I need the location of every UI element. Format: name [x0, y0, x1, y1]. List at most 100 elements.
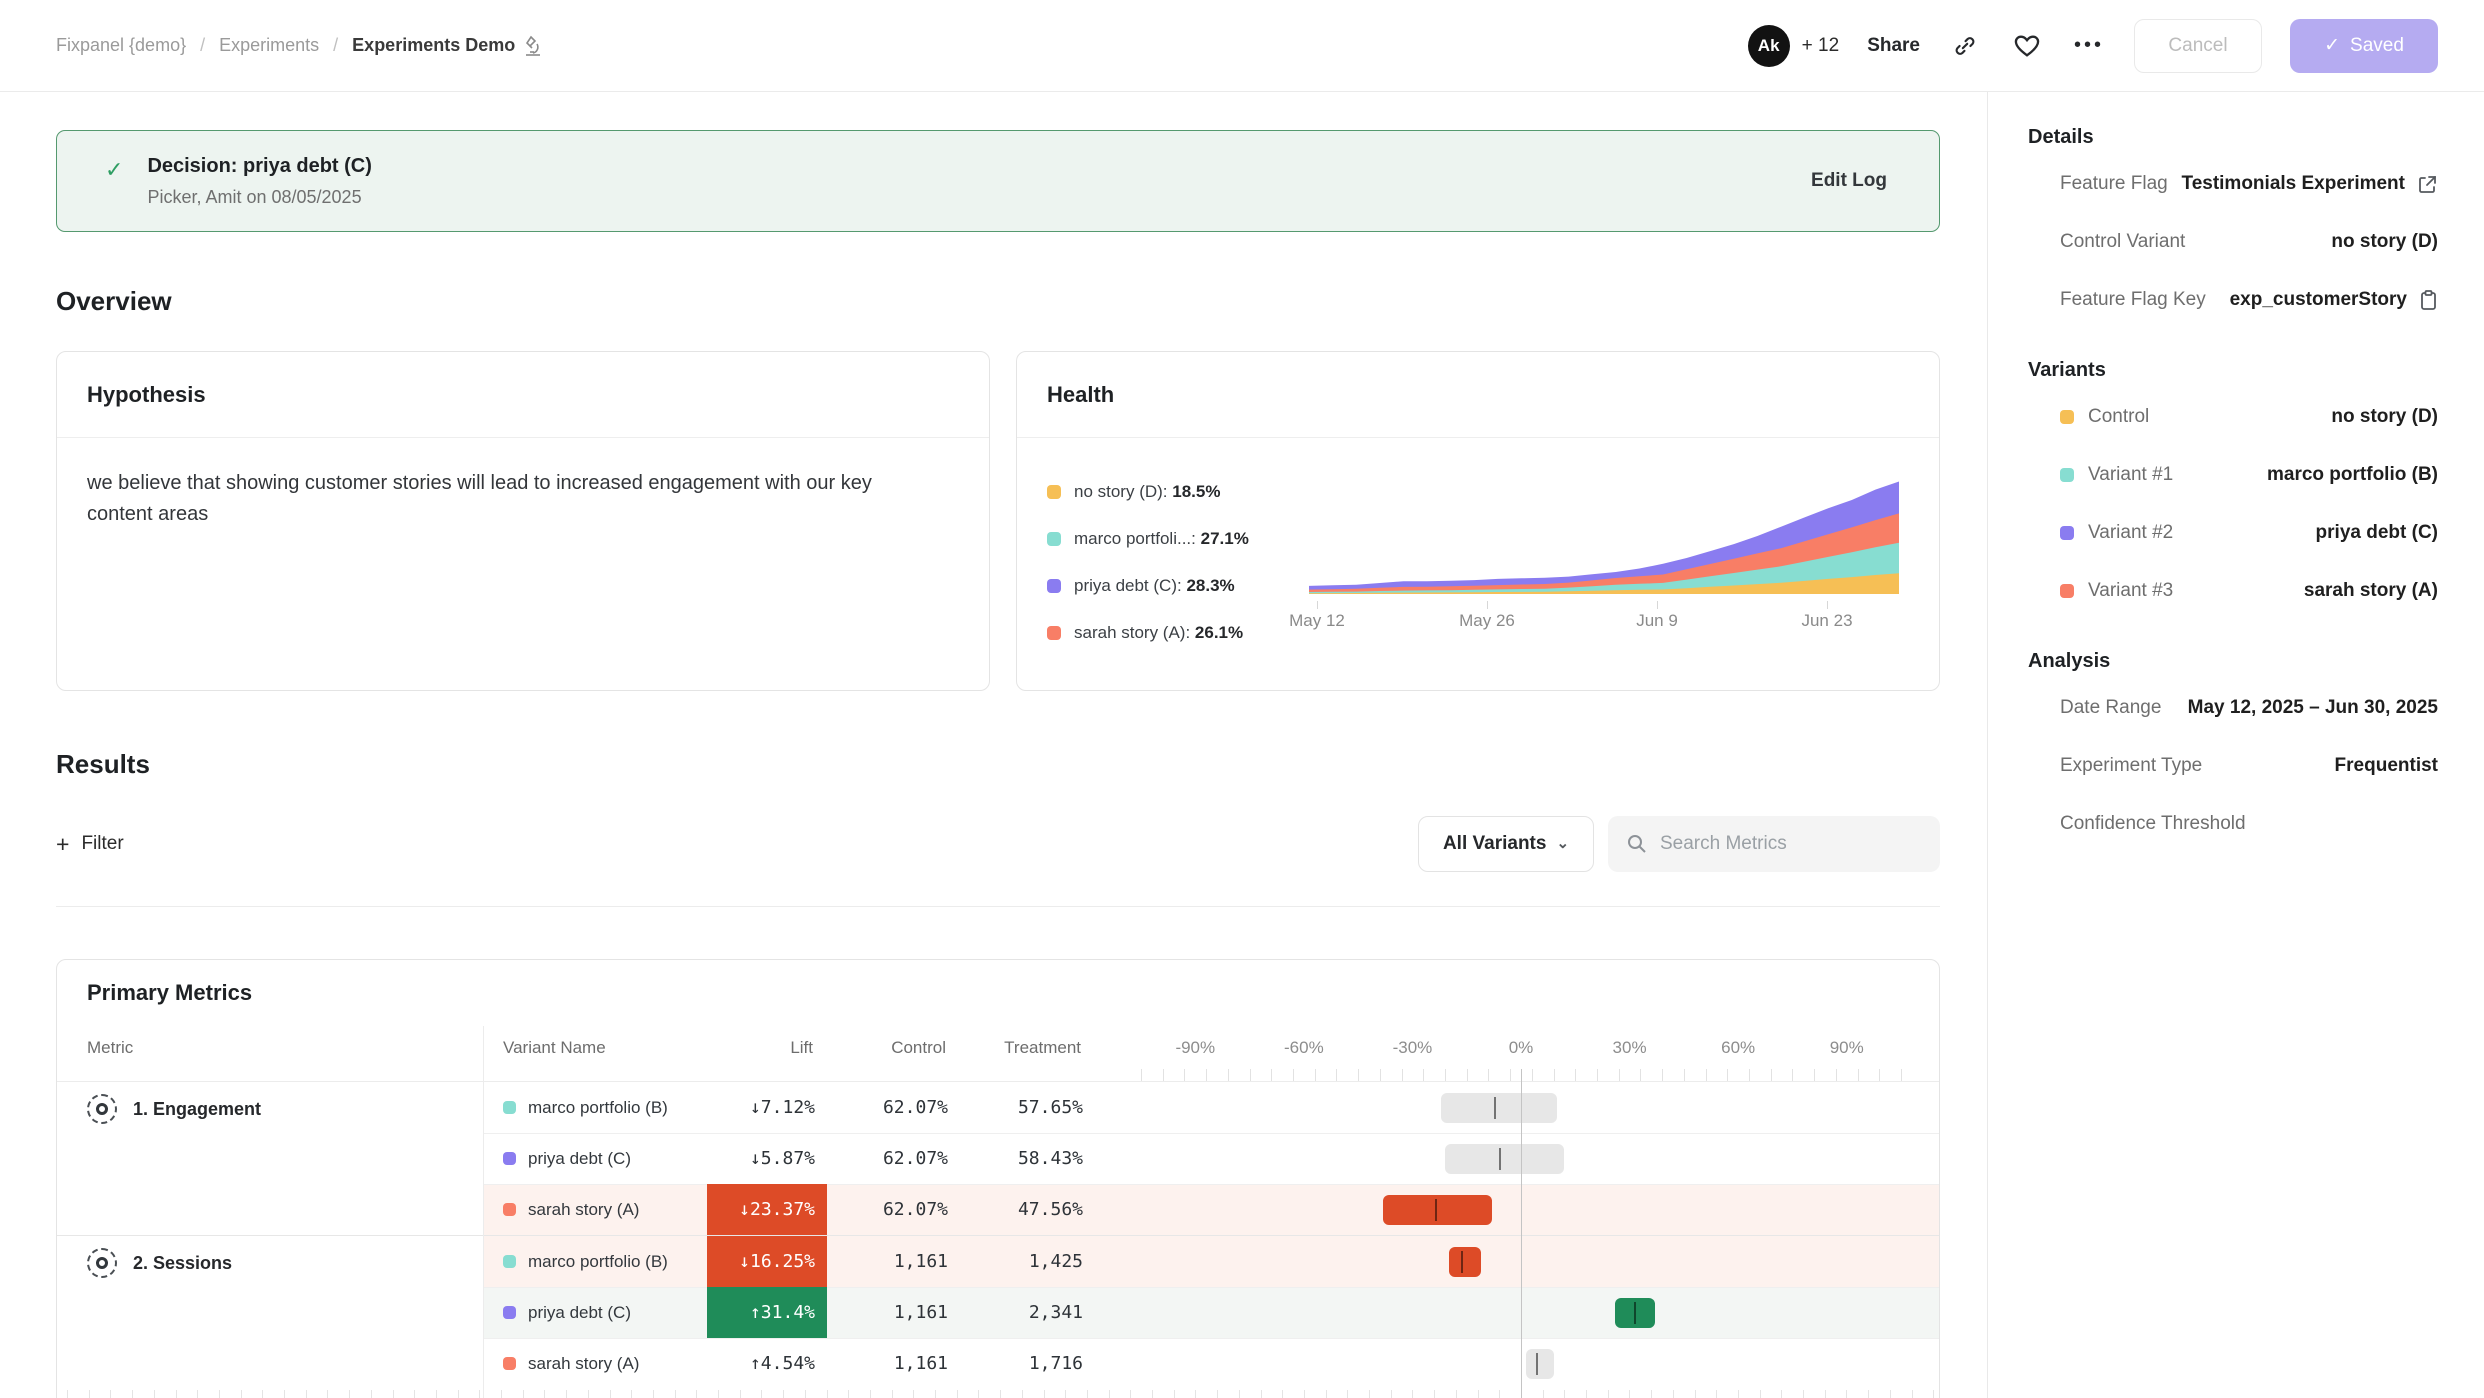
variant-cell: priya debt (C)	[483, 1133, 707, 1184]
avatar-overflow-count[interactable]: + 12	[1802, 35, 1840, 57]
ruler-tick	[1858, 1069, 1859, 1081]
ruler-tick	[1467, 1069, 1468, 1081]
add-filter-button[interactable]: + Filter	[56, 831, 124, 858]
ruler-tick	[1206, 1069, 1207, 1081]
saved-button[interactable]: ✓ Saved	[2290, 19, 2438, 73]
confidence-interval-bar	[1615, 1298, 1655, 1328]
sidebar-row: Confidence Threshold	[2028, 795, 2438, 853]
lift-value: ↓16.25%	[707, 1236, 827, 1287]
decision-subtitle: Picker, Amit on 08/05/2025	[147, 187, 371, 208]
x-axis-tick	[1487, 601, 1488, 609]
ruler-tick	[1434, 1390, 1435, 1398]
variant-cell: priya debt (C)	[483, 1287, 707, 1338]
search-input[interactable]	[1660, 833, 1900, 855]
metric-row[interactable]: priya debt (C)↑31.4%1,1612,341	[57, 1287, 1939, 1338]
sidebar-section-title: Analysis	[2028, 650, 2438, 673]
ruler-tick	[110, 1390, 111, 1398]
sidebar-row-value: Testimonials Experiment	[2182, 173, 2439, 195]
variant-color-icon	[2060, 410, 2074, 424]
metric-row[interactable]: sarah story (A)↓23.37%62.07%47.56%	[57, 1184, 1939, 1235]
results-toolbar: + Filter All Variants ⌄	[56, 816, 1940, 907]
edit-log-button[interactable]: Edit Log	[1811, 170, 1887, 192]
variant-cell: marco portfolio (B)	[483, 1082, 707, 1133]
ruler-tick	[1803, 1390, 1804, 1398]
favorite-heart-icon[interactable]	[2010, 29, 2044, 63]
ruler-tick	[1250, 1069, 1251, 1081]
ruler-tick	[1326, 1390, 1327, 1398]
top-bar: Fixpanel {demo} / Experiments / Experime…	[0, 0, 2484, 92]
cancel-button[interactable]: Cancel	[2134, 19, 2262, 73]
ruler-tick	[1152, 1390, 1153, 1398]
lift-value: ↓5.87%	[707, 1133, 827, 1184]
ruler-tick	[675, 1390, 676, 1398]
ruler-tick	[1727, 1069, 1728, 1081]
ruler-tick	[1933, 1390, 1934, 1398]
sidebar-rows: Controlno story (D)Variant #1marco portf…	[2028, 388, 2438, 620]
ruler-tick	[783, 1390, 784, 1398]
breadcrumb-project[interactable]: Fixpanel {demo}	[56, 35, 186, 56]
metric-row[interactable]: sarah story (A)↑4.54%1,1611,716	[57, 1338, 1939, 1389]
ruler-tick	[176, 1390, 177, 1398]
ruler-tick	[1499, 1390, 1500, 1398]
confidence-interval-bar	[1449, 1247, 1482, 1277]
sidebar-section-title: Variants	[2028, 359, 2438, 382]
variant-color-icon	[503, 1203, 516, 1216]
copy-link-icon[interactable]	[1948, 29, 1982, 63]
avatar[interactable]: Ak	[1748, 25, 1790, 67]
ruler-tick	[1358, 1069, 1359, 1081]
health-chart-x-axis: May 12May 26Jun 9Jun 23	[1309, 601, 1913, 635]
decision-check-icon: ✓	[105, 157, 123, 208]
sidebar-row-label: Variant #2	[2060, 522, 2173, 544]
treatment-value: 47.56%	[962, 1184, 1092, 1235]
variant-name: priya debt (C)	[528, 1303, 631, 1323]
ruler-tick	[978, 1390, 979, 1398]
axis-tick-label: 0%	[1509, 1038, 1534, 1058]
ruler-tick	[1022, 1390, 1023, 1398]
variant-name: sarah story (A)	[528, 1354, 639, 1374]
external-link-icon[interactable]	[2417, 174, 2438, 195]
ruler-tick	[1868, 1390, 1869, 1398]
ruler-tick	[501, 1390, 502, 1398]
variant-color-icon	[503, 1255, 516, 1268]
ruler-tick	[1141, 1069, 1142, 1081]
ruler-tick	[1684, 1069, 1685, 1081]
confidence-interval-mid-tick	[1536, 1353, 1538, 1375]
ruler-tick	[1217, 1390, 1218, 1398]
ruler-tick	[1825, 1390, 1826, 1398]
ruler-tick	[436, 1390, 437, 1398]
clipboard-icon[interactable]	[2419, 289, 2438, 311]
ruler-tick	[458, 1390, 459, 1398]
more-menu-icon[interactable]: •••	[2072, 29, 2106, 63]
sidebar-row-label: Feature Flag Key	[2060, 289, 2206, 311]
ruler-tick	[1184, 1069, 1185, 1081]
breadcrumb-experiments[interactable]: Experiments	[219, 35, 319, 56]
metric-row[interactable]: marco portfolio (B)↓7.12%62.07%57.65%	[57, 1082, 1939, 1133]
variant-filter-dropdown[interactable]: All Variants ⌄	[1418, 816, 1594, 872]
sidebar-row: Controlno story (D)	[2028, 388, 2438, 446]
control-value: 1,161	[827, 1236, 962, 1287]
col-treatment: Treatment	[1004, 1038, 1081, 1058]
legend-label: marco portfoli...: 27.1%	[1074, 529, 1249, 549]
variant-cell: sarah story (A)	[483, 1338, 707, 1389]
x-axis-label: Jun 23	[1801, 611, 1852, 631]
ruler-tick	[1575, 1069, 1576, 1081]
metrics-search[interactable]	[1608, 816, 1940, 872]
metric-row[interactable]: marco portfolio (B)↓16.25%1,1611,425	[57, 1236, 1939, 1287]
sidebar-row: Date RangeMay 12, 2025 – Jun 30, 2025	[2028, 679, 2438, 737]
confidence-interval-bar	[1441, 1093, 1557, 1123]
metric-row[interactable]: priya debt (C)↓5.87%62.07%58.43%	[57, 1133, 1939, 1184]
sidebar-row-value: no story (D)	[2331, 406, 2438, 428]
confidence-interval-mid-tick	[1461, 1251, 1463, 1273]
plus-icon: +	[56, 831, 69, 858]
ruler-tick	[610, 1390, 611, 1398]
ruler-tick	[479, 1390, 480, 1398]
ruler-tick	[1423, 1069, 1424, 1081]
ruler-tick	[241, 1390, 242, 1398]
sidebar-section-title: Details	[2028, 126, 2438, 149]
health-chart: May 12May 26Jun 9Jun 23	[1309, 438, 1913, 643]
sidebar-section-analysis: Analysis Date RangeMay 12, 2025 – Jun 30,…	[2028, 650, 2438, 853]
share-button[interactable]: Share	[1867, 35, 1920, 57]
ruler-tick	[1912, 1390, 1913, 1398]
lift-value: ↓7.12%	[707, 1082, 827, 1133]
ruler-tick	[1402, 1069, 1403, 1081]
